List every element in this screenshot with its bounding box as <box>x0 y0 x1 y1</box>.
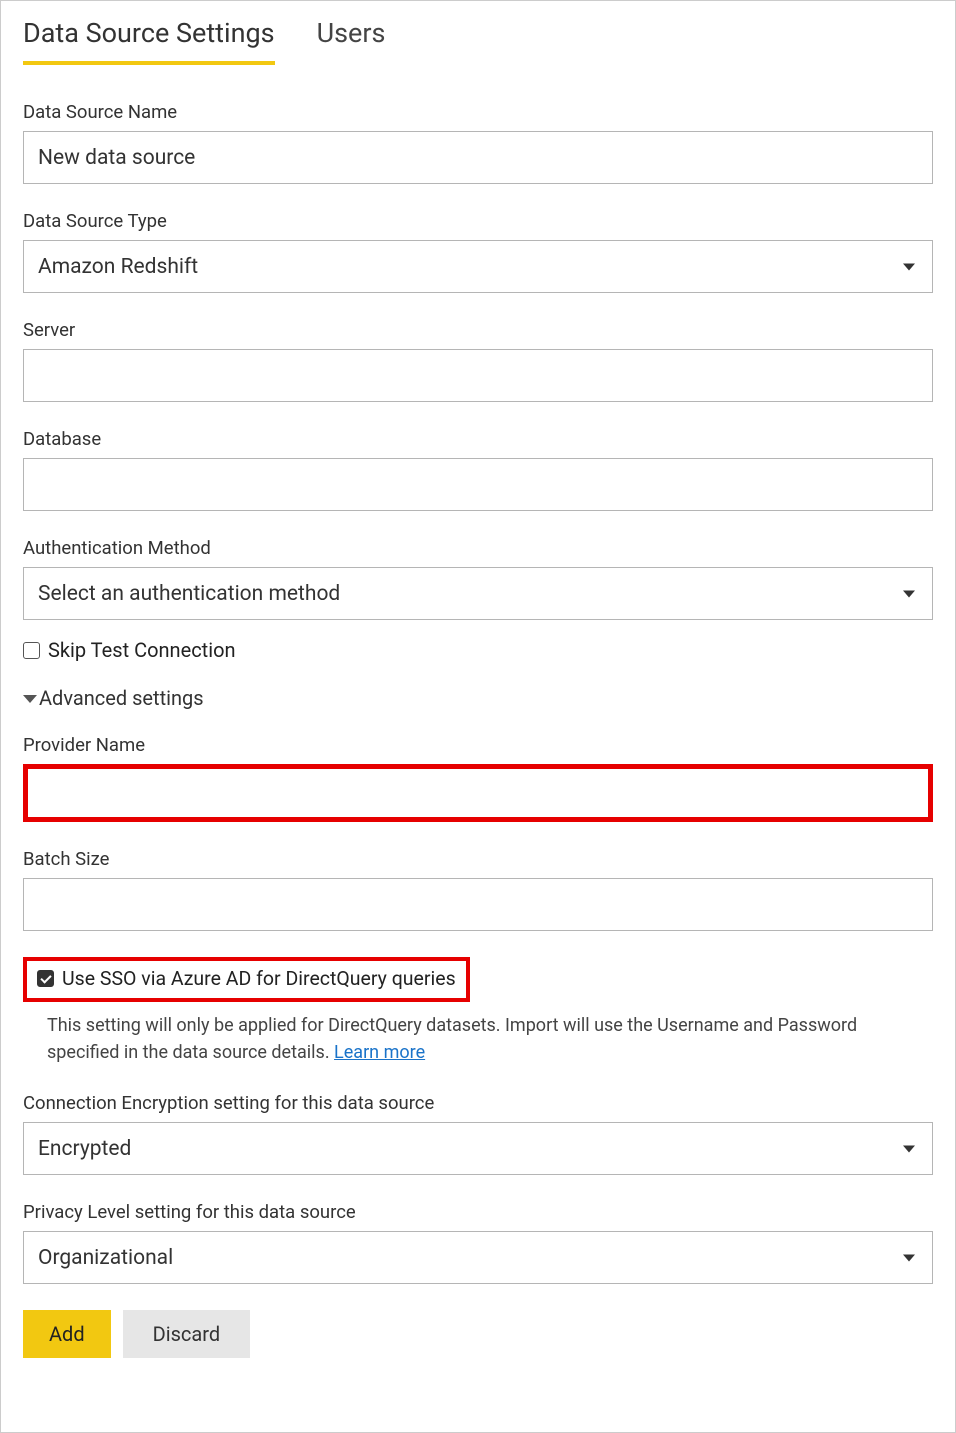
chevron-down-icon <box>23 695 37 703</box>
field-database: Database <box>23 428 933 511</box>
label-provider-name: Provider Name <box>23 734 933 756</box>
sso-section: Use SSO via Azure AD for DirectQuery que… <box>23 957 933 1066</box>
sso-highlight-box: Use SSO via Azure AD for DirectQuery que… <box>23 957 470 1002</box>
select-value-encryption: Encrypted <box>23 1122 933 1175</box>
field-auth-method: Authentication Method Select an authenti… <box>23 537 933 620</box>
input-provider-name[interactable] <box>23 764 933 822</box>
label-skip-test-connection: Skip Test Connection <box>48 638 236 662</box>
label-server: Server <box>23 319 933 341</box>
label-sso-azure-ad: Use SSO via Azure AD for DirectQuery que… <box>62 967 456 990</box>
input-data-source-name[interactable] <box>23 131 933 184</box>
checkbox-skip-test-connection[interactable] <box>23 642 40 659</box>
select-value-data-source-type: Amazon Redshift <box>23 240 933 293</box>
select-encryption[interactable]: Encrypted <box>23 1122 933 1175</box>
checkbox-skip-test-connection-row: Skip Test Connection <box>23 638 933 662</box>
advanced-settings-label: Advanced settings <box>39 686 204 710</box>
discard-button[interactable]: Discard <box>123 1310 251 1358</box>
field-privacy: Privacy Level setting for this data sour… <box>23 1201 933 1284</box>
input-batch-size[interactable] <box>23 878 933 931</box>
advanced-settings-toggle[interactable]: Advanced settings <box>23 686 933 710</box>
tab-users[interactable]: Users <box>317 7 386 65</box>
label-privacy: Privacy Level setting for this data sour… <box>23 1201 933 1223</box>
select-value-privacy: Organizational <box>23 1231 933 1284</box>
field-provider-name: Provider Name <box>23 734 933 822</box>
label-batch-size: Batch Size <box>23 848 933 870</box>
select-privacy[interactable]: Organizational <box>23 1231 933 1284</box>
field-data-source-name: Data Source Name <box>23 101 933 184</box>
checkbox-sso-azure-ad[interactable] <box>37 970 54 987</box>
label-database: Database <box>23 428 933 450</box>
select-data-source-type[interactable]: Amazon Redshift <box>23 240 933 293</box>
field-batch-size: Batch Size <box>23 848 933 931</box>
input-database[interactable] <box>23 458 933 511</box>
tab-data-source-settings[interactable]: Data Source Settings <box>23 7 275 65</box>
add-button[interactable]: Add <box>23 1310 111 1358</box>
select-auth-method[interactable]: Select an authentication method <box>23 567 933 620</box>
tab-bar: Data Source Settings Users <box>23 7 933 65</box>
link-learn-more[interactable]: Learn more <box>334 1042 425 1063</box>
input-server[interactable] <box>23 349 933 402</box>
field-encryption: Connection Encryption setting for this d… <box>23 1092 933 1175</box>
label-encryption: Connection Encryption setting for this d… <box>23 1092 933 1114</box>
label-auth-method: Authentication Method <box>23 537 933 559</box>
field-data-source-type: Data Source Type Amazon Redshift <box>23 210 933 293</box>
button-row: Add Discard <box>23 1310 933 1358</box>
data-source-settings-panel: Data Source Settings Users Data Source N… <box>0 0 956 1433</box>
sso-help-body: This setting will only be applied for Di… <box>47 1015 857 1063</box>
label-data-source-name: Data Source Name <box>23 101 933 123</box>
field-server: Server <box>23 319 933 402</box>
select-value-auth-method: Select an authentication method <box>23 567 933 620</box>
sso-help-text: This setting will only be applied for Di… <box>47 1012 933 1066</box>
label-data-source-type: Data Source Type <box>23 210 933 232</box>
